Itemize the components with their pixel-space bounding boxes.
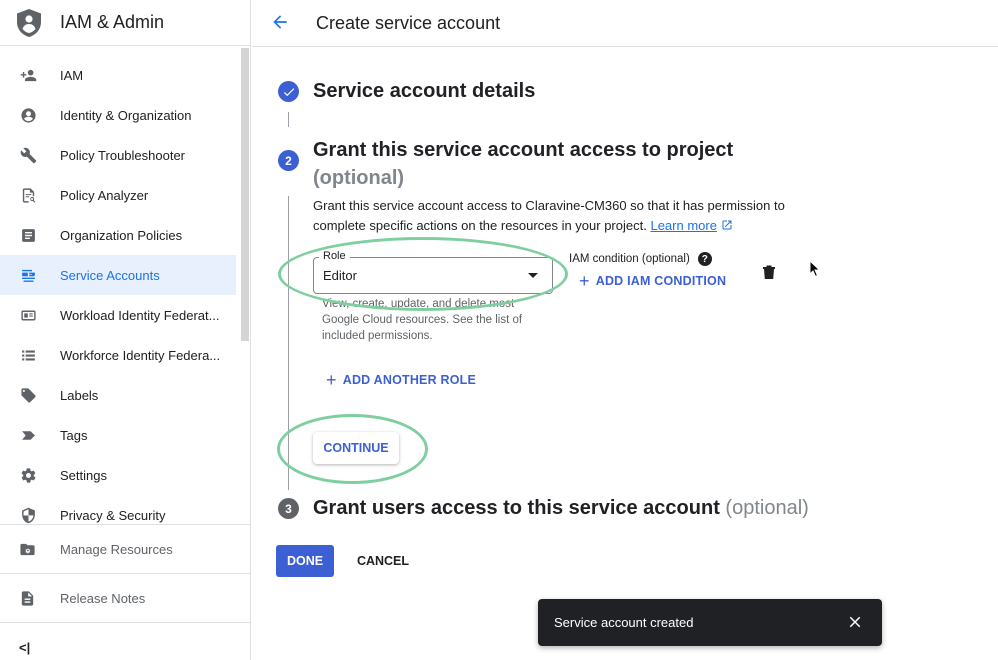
back-arrow-icon[interactable]	[270, 12, 292, 34]
done-button[interactable]: DONE	[276, 545, 334, 577]
help-icon[interactable]: ?	[697, 252, 712, 266]
step-2-title: Grant this service account access to pro…	[313, 136, 753, 192]
shield-icon	[19, 506, 37, 524]
person-add-icon	[19, 66, 37, 84]
sidebar-item-policy-troubleshooter[interactable]: Policy Troubleshooter	[0, 135, 236, 175]
policy-analyzer-icon	[19, 186, 37, 204]
sidebar-item-policy-analyzer[interactable]: Policy Analyzer	[0, 175, 236, 215]
role-label: Role	[319, 250, 350, 262]
iam-shield-logo-icon	[17, 8, 41, 37]
delete-trash-icon[interactable]	[762, 264, 776, 280]
sidebar-footer: Manage Resources	[0, 524, 251, 573]
sidebar-item-label: Policy Troubleshooter	[60, 147, 186, 163]
sidebar-item-label: Release Notes	[60, 590, 146, 606]
manage-resources-icon	[19, 540, 37, 558]
sidebar-item-iam[interactable]: IAM	[0, 55, 236, 95]
plus-icon: +	[326, 370, 337, 390]
step-1-title[interactable]: Service account details	[313, 80, 535, 103]
sidebar-item-organization-policies[interactable]: Organization Policies	[0, 215, 236, 255]
sidebar-item-service-accounts[interactable]: Service Accounts	[0, 255, 236, 295]
step-3-title[interactable]: Grant users access to this service accou…	[313, 497, 809, 520]
iam-condition-label-row: IAM condition (optional) ?	[569, 252, 712, 266]
sidebar: IAM & Admin IAM Identity & Organization …	[0, 0, 251, 660]
release-notes-icon	[19, 589, 37, 607]
dropdown-arrow-icon	[528, 273, 538, 278]
label-icon	[19, 386, 37, 404]
sidebar-footer-2: Release Notes	[0, 573, 251, 622]
sidebar-divider	[0, 622, 251, 623]
step-3-title-text: Grant users access to this service accou…	[313, 497, 720, 519]
sidebar-item-workload-identity-federation[interactable]: Workload Identity Federat...	[0, 295, 236, 335]
learn-more-label: Learn more	[650, 218, 717, 233]
app-title: IAM & Admin	[60, 12, 165, 32]
step-connector-line	[288, 112, 289, 127]
sidebar-item-labels[interactable]: Labels	[0, 375, 236, 415]
learn-more-link[interactable]: Learn more	[650, 218, 716, 233]
sidebar-item-manage-resources[interactable]: Manage Resources	[0, 525, 251, 573]
add-iam-condition-label: ADD IAM CONDITION	[595, 274, 727, 288]
snackbar-message: Service account created	[554, 615, 694, 630]
service-account-icon	[19, 266, 37, 284]
step-2-description: Grant this service account access to Cla…	[313, 196, 803, 236]
sidebar-item-label: Settings	[60, 467, 107, 483]
add-iam-condition-button[interactable]: + ADD IAM CONDITION	[579, 272, 726, 290]
sidebar-item-identity-organization[interactable]: Identity & Organization	[0, 95, 236, 135]
list-icon	[19, 346, 37, 364]
sidebar-item-label: Identity & Organization	[60, 107, 192, 123]
sidebar-scrollbar[interactable]	[241, 48, 249, 341]
sidebar-nav: IAM Identity & Organization Policy Troub…	[0, 55, 236, 535]
step-3-optional: (optional)	[725, 497, 809, 519]
step-2-number: 2	[278, 150, 299, 171]
step-3-number: 3	[278, 498, 299, 519]
sidebar-item-label: Service Accounts	[60, 267, 160, 283]
badge-icon	[19, 306, 37, 324]
article-icon	[19, 226, 37, 244]
sidebar-item-label: Workload Identity Federat...	[60, 307, 220, 323]
sidebar-item-label: Privacy & Security	[60, 507, 166, 523]
main-content: Service account details 2 Grant this ser…	[252, 48, 998, 660]
account-circle-icon	[19, 106, 37, 124]
header-bar: Create service account	[252, 0, 998, 47]
close-icon[interactable]	[846, 613, 864, 631]
tag-icon	[19, 426, 37, 444]
step-2-optional: (optional)	[313, 167, 405, 189]
sidebar-item-tags[interactable]: Tags	[0, 415, 236, 455]
role-help-text: View, create, update, and delete most Go…	[322, 298, 523, 342]
mouse-cursor-icon	[809, 259, 821, 278]
role-value: Editor	[323, 268, 357, 283]
collapse-sidebar-button[interactable]: <|	[19, 640, 30, 655]
sidebar-item-label: Labels	[60, 387, 99, 403]
page-title: Create service account	[316, 12, 501, 33]
sidebar-item-label: IAM	[60, 67, 84, 83]
sidebar-item-workforce-identity-federation[interactable]: Workforce Identity Federa...	[0, 335, 236, 375]
sidebar-item-label: Tags	[60, 427, 88, 443]
snackbar: Service account created	[538, 599, 882, 646]
sidebar-item-label: Policy Analyzer	[60, 187, 149, 203]
gear-icon	[19, 466, 37, 484]
external-link-icon	[722, 220, 732, 230]
sidebar-item-label: Workforce Identity Federa...	[60, 347, 221, 363]
wrench-icon	[19, 146, 37, 164]
cancel-button[interactable]: CANCEL	[350, 545, 416, 577]
sidebar-header: IAM & Admin	[0, 0, 250, 46]
add-another-role-label: ADD ANOTHER ROLE	[342, 373, 477, 387]
add-another-role-button[interactable]: + ADD ANOTHER ROLE	[326, 371, 476, 389]
sidebar-item-settings[interactable]: Settings	[0, 455, 236, 495]
step-2-title-text: Grant this service account access to pro…	[313, 139, 734, 161]
sidebar-item-label: Manage Resources	[60, 541, 173, 557]
iam-condition-label: IAM condition (optional)	[569, 253, 690, 265]
role-select[interactable]: Role Editor	[313, 250, 553, 294]
plus-icon: +	[579, 271, 590, 291]
step-2-vertical-line	[288, 196, 289, 490]
sidebar-item-label: Organization Policies	[60, 227, 183, 243]
continue-button[interactable]: CONTINUE	[313, 432, 399, 464]
step-1-complete-check-icon	[278, 81, 299, 102]
sidebar-item-release-notes[interactable]: Release Notes	[0, 574, 251, 622]
